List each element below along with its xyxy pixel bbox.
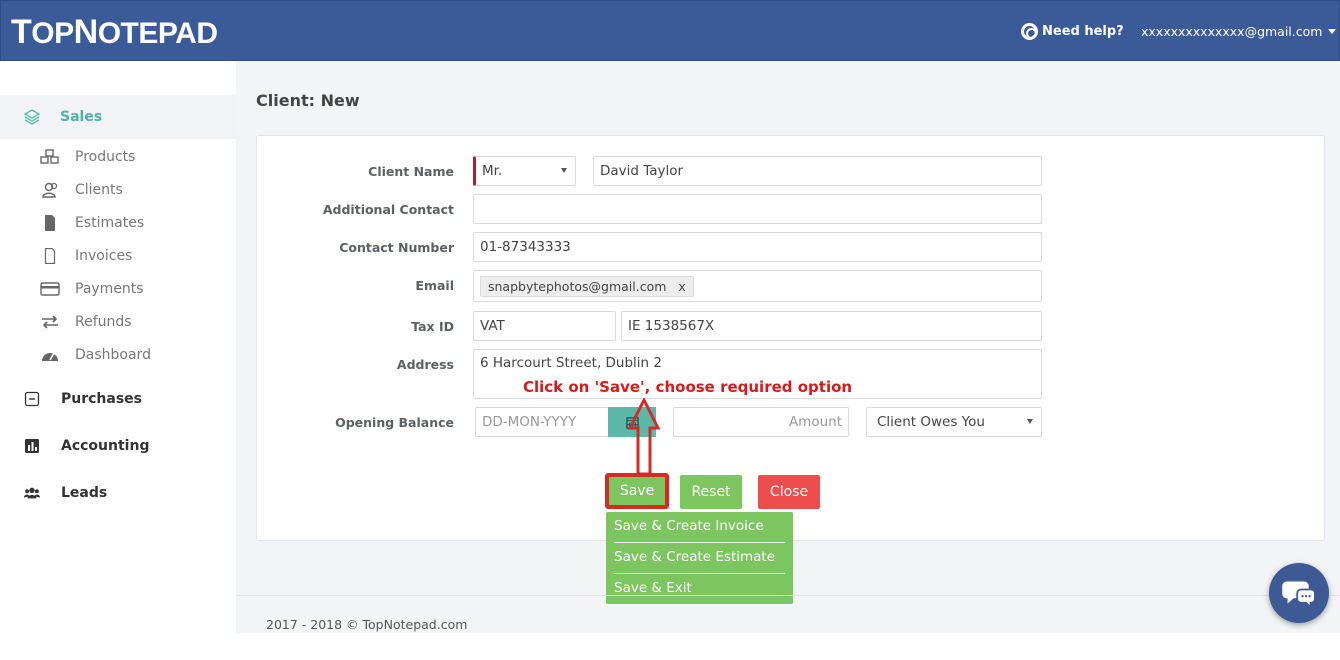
file-filled-icon (40, 215, 60, 231)
contact-number-input[interactable]: 01-87343333 (473, 232, 1042, 262)
need-help-link[interactable]: Need help? (1021, 23, 1124, 40)
menu-divider (614, 573, 785, 574)
tax-id-label: Tax ID (411, 319, 454, 334)
sidebar-item-refunds[interactable]: Refunds (40, 314, 132, 330)
address-value: 6 Harcourt Street, Dublin 2 (480, 355, 662, 371)
app-logo[interactable]: TOPNOTEPAD (11, 13, 218, 52)
reset-button[interactable]: Reset (680, 475, 742, 509)
email-chip-text: snapbytephotos@gmail.com (488, 278, 667, 294)
sidebar-item-label: Purchases (61, 391, 143, 407)
cubes-icon (40, 149, 60, 165)
menu-divider (614, 542, 785, 543)
sidebar-item-label: Clients (75, 182, 123, 198)
opening-balance-label: Opening Balance (335, 415, 454, 430)
sidebar-item-leads[interactable]: Leads (24, 485, 107, 501)
sidebar-item-label: Products (75, 149, 136, 165)
salutation-value: Mr. (482, 163, 503, 179)
menu-item-save-exit[interactable]: Save & Exit (614, 580, 692, 596)
page-title: Client: New (256, 91, 360, 110)
chevron-down-icon (1328, 29, 1337, 34)
account-menu[interactable]: xxxxxxxxxxxxxx@gmail.com (1141, 24, 1337, 39)
footer-copyright: 2017 - 2018 © TopNotepad.com (266, 617, 468, 632)
chat-bubbles-icon (1282, 581, 1316, 608)
menu-item-save-create-estimate[interactable]: Save & Create Estimate (614, 549, 775, 565)
sidebar-item-accounting[interactable]: Accounting (24, 438, 149, 454)
address-label: Address (396, 357, 454, 372)
email-chip: snapbytephotos@gmail.com x (480, 275, 694, 297)
sidebar-item-purchases[interactable]: Purchases (24, 391, 142, 407)
amount-input[interactable]: Amount (673, 407, 849, 437)
balance-type-value: Client Owes You (877, 414, 985, 430)
client-name-label: Client Name (368, 164, 454, 179)
sidebar-item-label: Sales (60, 109, 103, 125)
sidebar-item-label: Invoices (75, 248, 133, 264)
caret-down-icon (561, 168, 567, 173)
sidebar-item-payments[interactable]: Payments (40, 281, 144, 297)
contact-number-value: 01-87343333 (480, 239, 571, 255)
footer-divider (236, 595, 1340, 596)
date-input[interactable]: DD-MON-YYYY (475, 407, 611, 437)
sidebar-item-label: Dashboard (75, 347, 151, 363)
client-name-input[interactable]: David Taylor (593, 156, 1042, 186)
tax-number-input[interactable]: IE 1538567X (621, 311, 1042, 341)
account-email: xxxxxxxxxxxxxx@gmail.com (1141, 24, 1323, 39)
sidebar-item-label: Payments (75, 281, 144, 297)
sidebar-item-products[interactable]: Products (40, 149, 135, 165)
sidebar-item-invoices[interactable]: Invoices (40, 248, 132, 264)
dashboard-gauge-icon (40, 347, 60, 363)
close-button[interactable]: Close (758, 475, 820, 509)
instruction-annotation: Click on 'Save', choose required option (523, 378, 853, 396)
sidebar-item-label: Leads (61, 485, 108, 501)
sidebar-item-label: Refunds (75, 314, 132, 330)
caret-down-icon (1027, 419, 1033, 424)
users-icon (40, 182, 60, 198)
chat-widget-button[interactable] (1269, 563, 1329, 623)
file-outline-icon (40, 248, 60, 264)
tax-type-input[interactable]: VAT (473, 311, 616, 341)
bar-chart-icon (24, 438, 40, 454)
need-help-label: Need help? (1042, 24, 1124, 39)
save-button[interactable]: Save (605, 473, 669, 509)
email-label: Email (415, 278, 454, 293)
sidebar-item-label: Estimates (75, 215, 145, 231)
menu-item-save-create-invoice[interactable]: Save & Create Invoice (614, 518, 764, 534)
salutation-select[interactable]: Mr. (473, 156, 576, 186)
credit-card-icon (40, 281, 60, 297)
top-navbar: TOPNOTEPAD Need help? xxxxxxxxxxxxxx@gma… (0, 0, 1340, 61)
additional-contact-label: Additional Contact (322, 202, 454, 217)
sidebar-item-clients[interactable]: Clients (40, 182, 123, 198)
client-name-value: David Taylor (600, 163, 684, 179)
sidebar-item-label: Accounting (61, 438, 150, 454)
main-content: Client: New Client Name Mr. David Taylor… (236, 61, 1340, 633)
email-input[interactable]: snapbytephotos@gmail.com x (473, 270, 1042, 302)
amount-placeholder: Amount (788, 414, 842, 430)
minus-square-icon (24, 391, 40, 407)
tax-type-value: VAT (480, 318, 505, 334)
tax-number-value: IE 1538567X (628, 318, 715, 334)
annotation-arrow-icon (628, 398, 660, 476)
sidebar: Sales Products Clients Estimates Invoice… (0, 61, 236, 660)
chip-remove-icon[interactable]: x (678, 279, 685, 294)
lifebuoy-icon (1021, 23, 1038, 40)
sidebar-item-sales[interactable]: Sales (0, 95, 236, 139)
sidebar-item-estimates[interactable]: Estimates (40, 215, 144, 231)
exchange-icon (40, 314, 60, 330)
layers-icon (24, 109, 40, 125)
group-icon (24, 485, 40, 501)
date-placeholder: DD-MON-YYYY (482, 414, 577, 430)
sidebar-item-dashboard[interactable]: Dashboard (40, 347, 151, 363)
save-options-menu: Save & Create Invoice Save & Create Esti… (606, 512, 793, 604)
additional-contact-input[interactable] (473, 194, 1042, 224)
balance-type-select[interactable]: Client Owes You (866, 407, 1042, 437)
contact-number-label: Contact Number (339, 240, 454, 255)
